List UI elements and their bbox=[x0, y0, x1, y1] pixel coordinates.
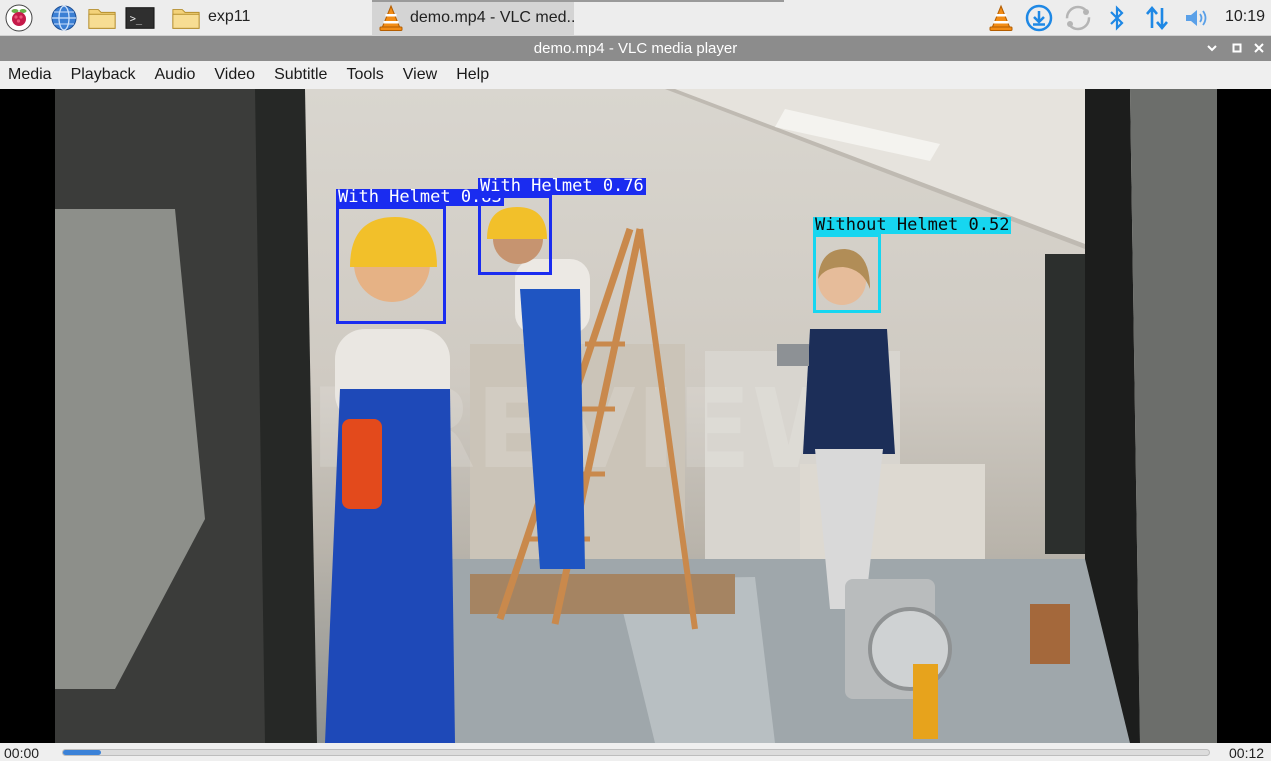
folder-task-label[interactable]: exp11 bbox=[208, 8, 250, 26]
vlc-cone-icon bbox=[376, 3, 406, 33]
menu-video[interactable]: Video bbox=[214, 66, 255, 84]
detection-label-with-helmet-2: With Helmet 0.76 bbox=[478, 176, 646, 196]
clock[interactable]: 10:19 bbox=[1225, 8, 1265, 26]
taskbar: >_ exp11 demo.mp4 - VLC med.. 10:19 bbox=[0, 0, 1271, 36]
svg-text:>_: >_ bbox=[130, 13, 143, 25]
minimize-chevron-icon[interactable] bbox=[1203, 39, 1221, 57]
menu-bar: Media Playback Audio Video Subtitle Tool… bbox=[0, 61, 1271, 89]
elapsed-time: 00:00 bbox=[4, 745, 40, 761]
menu-audio[interactable]: Audio bbox=[155, 66, 196, 84]
seek-progress bbox=[63, 750, 101, 755]
detection-label-without-helmet: Without Helmet 0.52 bbox=[813, 215, 1012, 235]
video-frame: PREVIEW With Helmet 0.83 With Helmet 0.7… bbox=[55, 89, 1217, 743]
vlc-tray-icon[interactable] bbox=[986, 3, 1016, 33]
maximize-square-icon[interactable] bbox=[1228, 39, 1246, 57]
taskbar-divider bbox=[574, 0, 784, 2]
window-titlebar[interactable]: demo.mp4 - VLC media player bbox=[0, 36, 1271, 61]
terminal-icon[interactable]: >_ bbox=[125, 3, 155, 33]
volume-icon[interactable] bbox=[1182, 3, 1212, 33]
network-updown-icon[interactable] bbox=[1142, 3, 1172, 33]
raspberry-menu-icon[interactable] bbox=[4, 3, 34, 33]
menu-tools[interactable]: Tools bbox=[346, 66, 383, 84]
network-sync-icon[interactable] bbox=[1063, 3, 1093, 33]
updates-download-icon[interactable] bbox=[1024, 3, 1054, 33]
vlc-task-label: demo.mp4 - VLC med.. bbox=[410, 9, 576, 26]
menu-playback[interactable]: Playback bbox=[71, 66, 136, 84]
detection-box-with-helmet-2 bbox=[478, 195, 552, 275]
menu-subtitle[interactable]: Subtitle bbox=[274, 66, 327, 84]
vlc-task-button[interactable]: demo.mp4 - VLC med.. bbox=[372, 0, 576, 36]
detection-box-with-helmet-1 bbox=[336, 206, 446, 324]
playback-controls: 00:00 00:12 bbox=[0, 743, 1271, 761]
file-manager-icon[interactable] bbox=[87, 3, 117, 33]
bluetooth-icon[interactable] bbox=[1102, 3, 1132, 33]
seek-bar[interactable] bbox=[62, 749, 1210, 756]
total-time: 00:12 bbox=[1229, 745, 1265, 761]
window-title: demo.mp4 - VLC media player bbox=[533, 40, 738, 57]
close-icon[interactable] bbox=[1250, 39, 1268, 57]
video-area[interactable]: PREVIEW With Helmet 0.83 With Helmet 0.7… bbox=[0, 89, 1271, 743]
menu-view[interactable]: View bbox=[403, 66, 437, 84]
menu-media[interactable]: Media bbox=[8, 66, 52, 84]
folder-icon[interactable] bbox=[171, 3, 201, 33]
browser-globe-icon[interactable] bbox=[49, 3, 79, 33]
detection-box-without-helmet bbox=[813, 234, 881, 313]
menu-help[interactable]: Help bbox=[456, 66, 489, 84]
